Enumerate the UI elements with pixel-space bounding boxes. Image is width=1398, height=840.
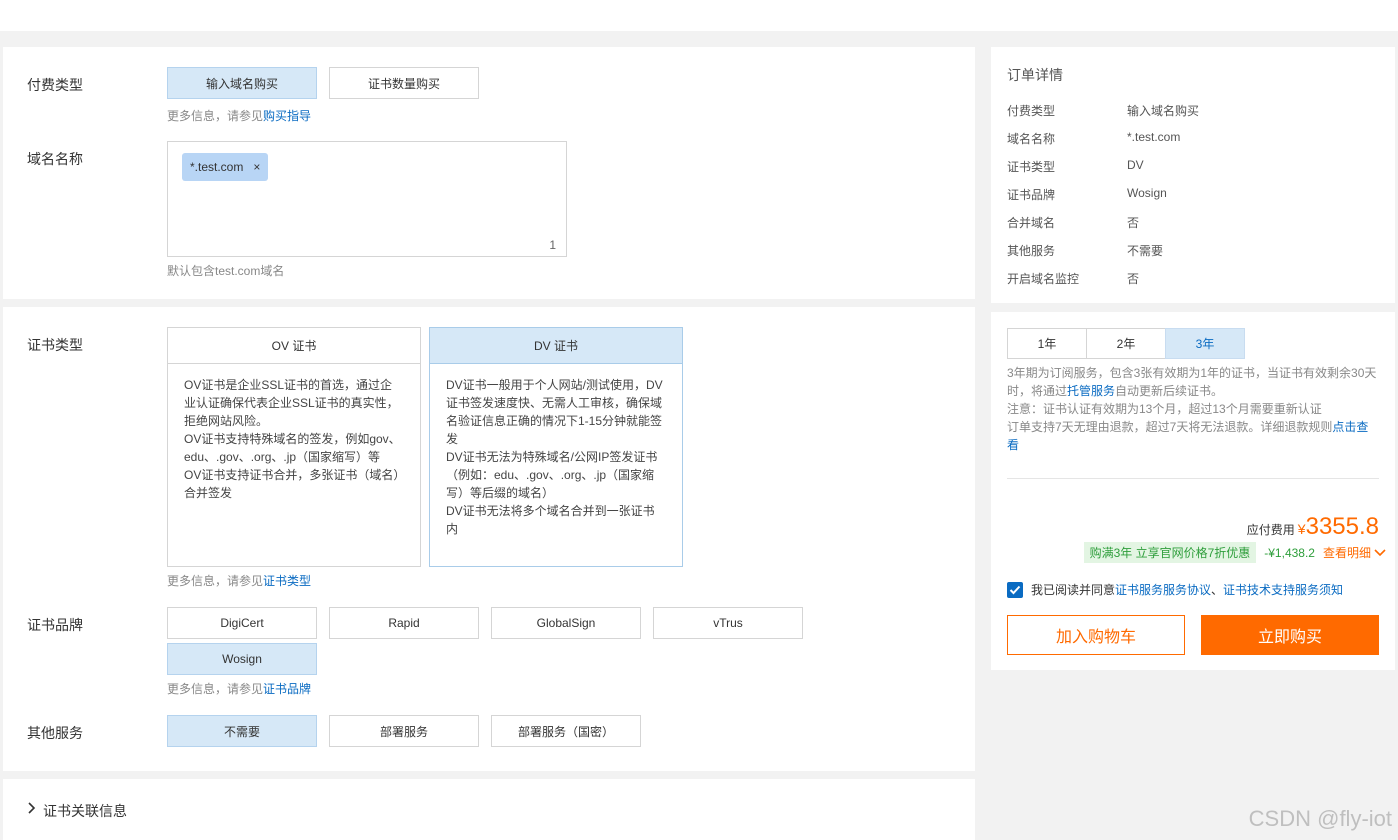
- service-option-none[interactable]: 不需要: [167, 715, 317, 747]
- pay-type-option-domain[interactable]: 输入域名购买: [167, 67, 317, 99]
- domain-tag-text: *.test.com: [190, 160, 244, 174]
- brand-option-rapid[interactable]: Rapid: [329, 607, 479, 639]
- watermark: CSDN @fly-iot: [1248, 806, 1392, 831]
- pay-type-option-quantity[interactable]: 证书数量购买: [329, 67, 479, 99]
- order-key: 付费类型: [1007, 104, 1056, 118]
- divider: [1007, 478, 1379, 479]
- cert-type-link[interactable]: 证书类型: [263, 574, 311, 588]
- order-value: *.test.com: [1127, 130, 1181, 144]
- service-option-deploy[interactable]: 部署服务: [329, 715, 479, 747]
- price-line: 应付费用 ¥ 3355.8: [1247, 513, 1379, 541]
- agree-checkbox[interactable]: [1007, 582, 1023, 598]
- hint-text: 更多信息，请参见: [167, 109, 264, 123]
- ov-cert-title[interactable]: OV 证书: [168, 328, 420, 364]
- chevron-down-icon: [1374, 548, 1386, 557]
- order-value: DV: [1127, 158, 1144, 172]
- hint-text: 更多信息，请参见: [167, 682, 264, 696]
- brand-option-globalsign[interactable]: GlobalSign: [491, 607, 641, 639]
- chevron-right-icon: [27, 801, 37, 818]
- pay-type-label: 付费类型: [27, 77, 83, 93]
- agree-sep: 、: [1211, 583, 1224, 597]
- close-icon[interactable]: ×: [253, 160, 260, 174]
- refund-note: 订单支持7天无理由退款，超过7天将无法退款。详细退款规则点击查看: [1007, 418, 1379, 454]
- subscription-note: 3年期为订阅服务，包含3张有效期为1年的证书，当证书有效剩余30天时，将通过托管…: [1007, 364, 1379, 400]
- dv-cert-card[interactable]: DV 证书 DV证书一般用于个人网站/测试使用，DV证书签发速度快、无需人工审核…: [429, 327, 683, 567]
- service-agreement-link[interactable]: 证书服务服务协议: [1115, 583, 1211, 597]
- ov-cert-description: OV证书是企业SSL证书的首选，通过企业认证确保代表企业SSL证书的真实性，拒绝…: [168, 364, 420, 502]
- domain-tag: *.test.com ×: [182, 153, 269, 181]
- order-value: Wosign: [1127, 186, 1167, 200]
- related-info-panel[interactable]: 证书关联信息: [3, 779, 975, 840]
- buy-now-button[interactable]: 立即购买: [1201, 615, 1379, 655]
- service-option-deploy-gm[interactable]: 部署服务（国密）: [491, 715, 641, 747]
- dv-cert-title[interactable]: DV 证书: [430, 328, 682, 364]
- agree-prefix: 我已阅读并同意: [1031, 583, 1116, 597]
- order-key: 其他服务: [1007, 244, 1056, 258]
- order-key: 证书品牌: [1007, 188, 1056, 202]
- order-key: 合并域名: [1007, 216, 1056, 230]
- order-value: 不需要: [1127, 244, 1164, 258]
- order-details-panel: [991, 47, 1395, 303]
- cert-type-label: 证书类型: [27, 337, 83, 353]
- cert-type-hint: 更多信息，请参见证书类型: [167, 572, 311, 589]
- agree-text: 我已阅读并同意证书服务服务协议、证书技术支持服务须知: [1031, 582, 1343, 598]
- purchase-guide-link[interactable]: 购买指导: [263, 109, 311, 123]
- domain-label: 域名名称: [27, 151, 83, 167]
- related-info-label: 证书关联信息: [43, 803, 127, 819]
- hint-text: 更多信息，请参见: [167, 574, 264, 588]
- domain-hint: 默认包含test.com域名: [167, 264, 285, 278]
- view-detail-link[interactable]: 查看明细: [1323, 544, 1386, 561]
- period-option-1y[interactable]: 1年: [1007, 328, 1087, 359]
- promo-badge: 购满3年 立享官网价格7折优惠: [1083, 542, 1257, 563]
- brand-option-wosign[interactable]: Wosign: [167, 643, 317, 675]
- order-title: 订单详情: [1007, 67, 1063, 83]
- domain-count: 1: [549, 238, 556, 252]
- price-amount: 3355.8: [1305, 513, 1379, 540]
- service-label: 其他服务: [27, 725, 83, 741]
- discount-amount: -¥1,438.2: [1264, 545, 1315, 560]
- brand-option-digicert[interactable]: DigiCert: [167, 607, 317, 639]
- order-value: 否: [1127, 216, 1140, 230]
- order-value: 输入域名购买: [1127, 104, 1200, 118]
- cert-brand-link[interactable]: 证书品牌: [263, 682, 311, 696]
- domain-input[interactable]: *.test.com × 1: [167, 141, 567, 257]
- brand-hint: 更多信息，请参见证书品牌: [167, 680, 311, 697]
- support-notice-link[interactable]: 证书技术支持服务须知: [1223, 583, 1343, 597]
- view-detail-text: 查看明细: [1322, 546, 1371, 560]
- price-currency: ¥: [1297, 521, 1306, 537]
- period-option-2y[interactable]: 2年: [1086, 328, 1166, 359]
- top-bar: [0, 0, 1398, 31]
- price-label: 应付费用: [1246, 523, 1295, 537]
- ov-cert-card[interactable]: OV 证书 OV证书是企业SSL证书的首选，通过企业认证确保代表企业SSL证书的…: [167, 327, 421, 567]
- note-text: 订单支持7天无理由退款，超过7天将无法退款。详细退款规则: [1007, 420, 1333, 434]
- managed-service-link[interactable]: 托管服务: [1067, 384, 1115, 398]
- order-value: 否: [1127, 272, 1140, 286]
- check-icon: [1009, 585, 1021, 595]
- discount-line: 购满3年 立享官网价格7折优惠 -¥1,438.2 查看明细: [1083, 542, 1386, 563]
- dv-cert-description: DV证书一般用于个人网站/测试使用，DV证书签发速度快、无需人工审核，确保域名验…: [430, 364, 682, 538]
- period-notes: 3年期为订阅服务，包含3张有效期为1年的证书，当证书有效剩余30天时，将通过托管…: [1007, 364, 1379, 454]
- brand-label: 证书品牌: [27, 617, 83, 633]
- period-option-3y[interactable]: 3年: [1165, 328, 1245, 359]
- ov-desc-line: OV证书支持特殊域名的签发，例如gov、edu、.gov、.org、.jp（国家…: [184, 432, 401, 464]
- order-key: 域名名称: [1007, 132, 1056, 146]
- ov-desc-line: OV证书是企业SSL证书的首选，通过企业认证确保代表企业SSL证书的真实性，拒绝…: [184, 378, 399, 428]
- brand-option-vtrus[interactable]: vTrus: [653, 607, 803, 639]
- note-text: 自动更新后续证书。: [1115, 384, 1224, 398]
- add-to-cart-button[interactable]: 加入购物车: [1007, 615, 1185, 655]
- dv-desc-line: DV证书一般用于个人网站/测试使用，DV证书签发速度快、无需人工审核，确保域名验…: [446, 378, 663, 446]
- order-key: 证书类型: [1007, 160, 1056, 174]
- dv-desc-line: DV证书无法将多个域名合并到一张证书内: [446, 504, 655, 536]
- dv-desc-line: DV证书无法为特殊域名/公网IP签发证书（例如：edu、.gov、.org、.j…: [446, 450, 658, 500]
- ov-desc-line: OV证书支持证书合并，多张证书（域名）合并签发: [184, 468, 400, 500]
- validity-note: 注意：证书认证有效期为13个月，超过13个月需要重新认证: [1007, 402, 1322, 416]
- order-key: 开启域名监控: [1007, 272, 1080, 286]
- pay-type-hint: 更多信息，请参见购买指导: [167, 107, 311, 124]
